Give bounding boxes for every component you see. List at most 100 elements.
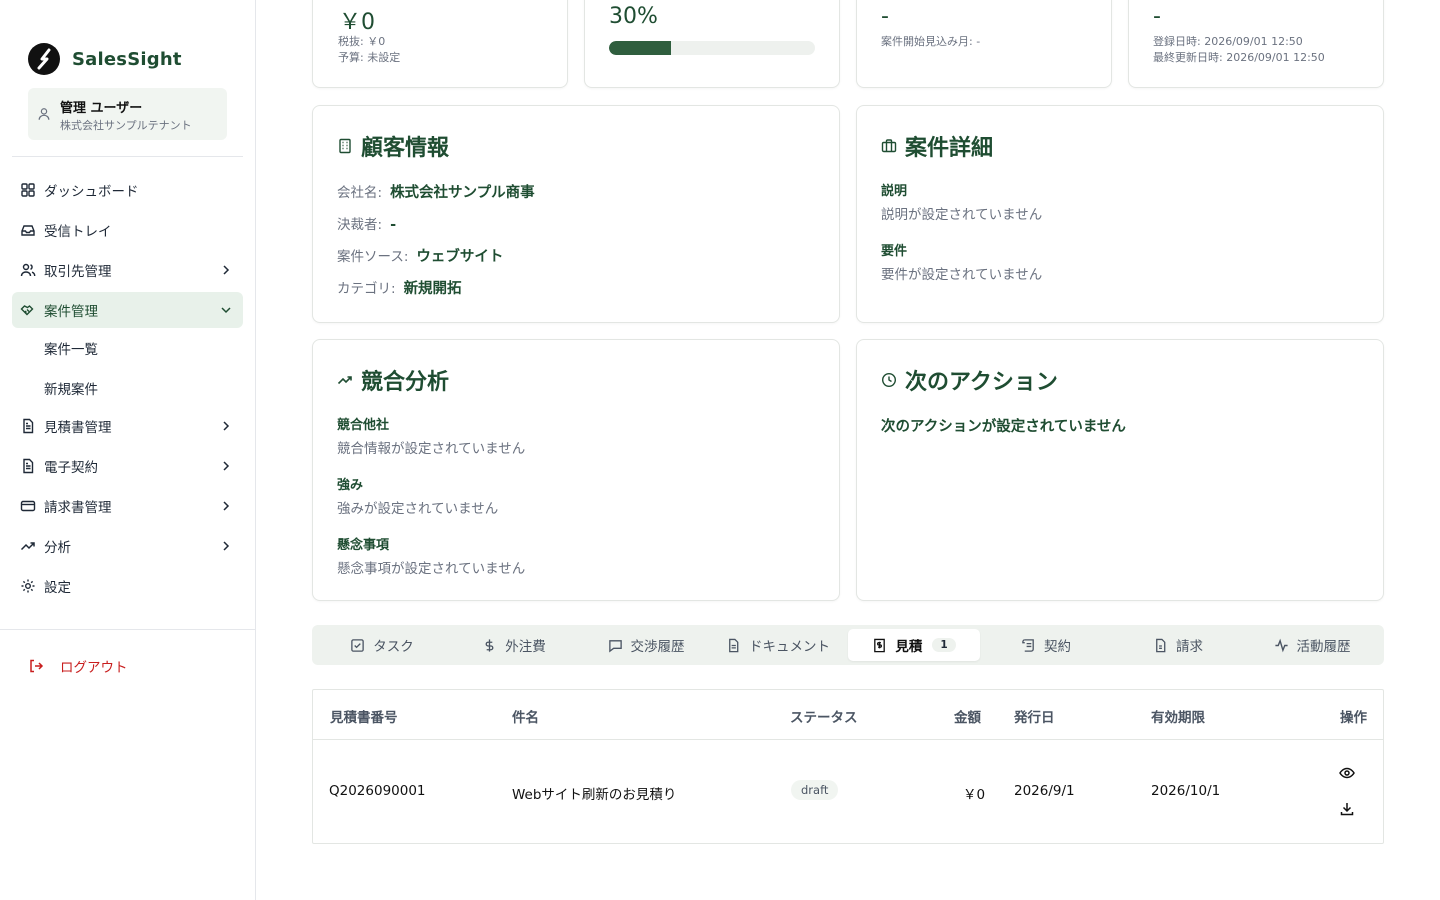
user-icon bbox=[37, 106, 51, 125]
dates-card: - 登録日時: 2026/09/01 12:50 最終更新日時: 2026/09… bbox=[1128, 0, 1384, 88]
source-key: 案件ソース: bbox=[337, 249, 409, 265]
competition-card: 競合分析 競合他社 競合情報が設定されていません 強み 強みが設定されていません… bbox=[312, 339, 840, 601]
amount-card: ￥0 税抜: ￥0 予算: 未設定 bbox=[312, 0, 568, 88]
chevron-right-icon bbox=[219, 419, 233, 433]
schedule-card: - 案件開始見込み月: - bbox=[856, 0, 1112, 88]
rivals-value: 競合情報が設定されていません bbox=[337, 441, 526, 457]
col-header-number: 見積書番号 bbox=[330, 710, 398, 726]
chevron-right-icon bbox=[219, 263, 233, 277]
chevron-right-icon bbox=[219, 459, 233, 473]
quotes-table: 見積書番号 件名 ステータス 金額 発行日 有効期限 操作 Q202609000… bbox=[312, 689, 1384, 844]
sidebar-item-deals[interactable]: 案件管理 bbox=[12, 292, 243, 328]
handshake-icon bbox=[20, 302, 36, 318]
col-header-amount: 金額 bbox=[954, 710, 981, 726]
trending-up-icon bbox=[337, 372, 353, 388]
sidebar-item-settings[interactable]: 設定 bbox=[12, 568, 243, 604]
concern-value: 懸念事項が設定されていません bbox=[337, 561, 526, 577]
check-square-icon bbox=[350, 638, 365, 653]
status-badge: draft bbox=[791, 780, 839, 800]
quote-amount: ￥0 bbox=[963, 787, 986, 803]
probability-progress bbox=[609, 41, 815, 55]
file-invoice-icon bbox=[1153, 638, 1168, 653]
logo-icon bbox=[28, 43, 60, 75]
sidebar-item-quotes[interactable]: 見積書管理 bbox=[12, 408, 243, 444]
sidebar: SalesSight 管理 ユーザー 株式会社サンプルテナント ダッシュボード … bbox=[0, 0, 256, 900]
sidebar-item-inbox[interactable]: 受信トレイ bbox=[12, 212, 243, 248]
strength-label: 強み bbox=[337, 478, 364, 493]
customer-info-card: 顧客情報 会社名: 株式会社サンプル商事 決裁者: - 案件ソース: ウェブサイ… bbox=[312, 105, 840, 323]
user-name: 管理 ユーザー bbox=[60, 101, 143, 116]
user-tenant: 株式会社サンプルテナント bbox=[60, 119, 192, 132]
credit-card-icon bbox=[20, 498, 36, 514]
message-square-icon bbox=[608, 638, 623, 653]
col-header-issued: 発行日 bbox=[1014, 710, 1055, 726]
decision-value: - bbox=[390, 217, 397, 233]
user-card[interactable]: 管理 ユーザー 株式会社サンプルテナント bbox=[28, 88, 227, 140]
tab-negotiation[interactable]: 交渉履歴 bbox=[580, 629, 712, 661]
quote-issued: 2026/9/1 bbox=[1014, 783, 1075, 799]
deal-details-card: 案件詳細 説明 説明が設定されていません 要件 要件が設定されていません bbox=[856, 105, 1384, 323]
quotes-count-badge: 1 bbox=[932, 638, 956, 652]
file-text-icon bbox=[726, 638, 741, 653]
strength-value: 強みが設定されていません bbox=[337, 501, 499, 517]
quote-valid-until: 2026/10/1 bbox=[1151, 783, 1221, 799]
probability-value: 30% bbox=[609, 4, 658, 29]
col-header-subject: 件名 bbox=[512, 710, 539, 726]
sidebar-item-label: 電子契約 bbox=[44, 460, 98, 476]
sidebar-divider bbox=[12, 156, 243, 157]
tab-quotes[interactable]: 見積 1 bbox=[848, 629, 980, 661]
updated-at: 最終更新日時: 2026/09/01 12:50 bbox=[1153, 51, 1325, 64]
company-row: 会社名: 株式会社サンプル商事 bbox=[337, 181, 535, 202]
tab-contracts[interactable]: 契約 bbox=[980, 629, 1112, 661]
sidebar-item-analytics[interactable]: 分析 bbox=[12, 528, 243, 564]
briefcase-icon bbox=[881, 138, 897, 154]
app-name: SalesSight bbox=[72, 48, 182, 70]
quote-subject: Webサイト刷新のお見積り bbox=[512, 787, 677, 803]
competition-title: 競合分析 bbox=[337, 364, 449, 396]
category-key: カテゴリ: bbox=[337, 281, 396, 297]
tab-outsourcing[interactable]: 外注費 bbox=[448, 629, 580, 661]
description-value: 説明が設定されていません bbox=[881, 207, 1043, 223]
download-icon[interactable] bbox=[1339, 801, 1355, 817]
sidebar-subitem-deal-list[interactable]: 案件一覧 bbox=[44, 338, 98, 358]
company-key: 会社名: bbox=[337, 185, 383, 201]
probability-card: 30% bbox=[584, 0, 840, 88]
sidebar-item-label: 請求書管理 bbox=[44, 500, 112, 516]
category-row: カテゴリ: 新規開拓 bbox=[337, 277, 462, 298]
company-value: 株式会社サンプル商事 bbox=[390, 185, 535, 201]
tab-billing[interactable]: 請求 bbox=[1112, 629, 1244, 661]
sidebar-item-clients[interactable]: 取引先管理 bbox=[12, 252, 243, 288]
users-icon bbox=[20, 262, 36, 278]
receipt-icon bbox=[872, 638, 887, 653]
sidebar-item-invoices[interactable]: 請求書管理 bbox=[12, 488, 243, 524]
sidebar-item-label: 案件管理 bbox=[44, 304, 98, 320]
col-header-status: ステータス bbox=[790, 710, 858, 726]
requirements-label: 要件 bbox=[881, 244, 908, 259]
logout-button[interactable]: ログアウト bbox=[28, 656, 128, 676]
sidebar-item-e-contract[interactable]: 電子契約 bbox=[12, 448, 243, 484]
sidebar-item-label: ダッシュボード bbox=[44, 184, 139, 200]
activity-icon bbox=[1274, 638, 1289, 653]
tab-documents[interactable]: ドキュメント bbox=[712, 629, 844, 661]
created-at: 登録日時: 2026/09/01 12:50 bbox=[1153, 35, 1303, 48]
sidebar-subitem-new-deal[interactable]: 新規案件 bbox=[44, 378, 98, 398]
sidebar-item-dashboard[interactable]: ダッシュボード bbox=[12, 172, 243, 208]
decision-key: 決裁者: bbox=[337, 217, 383, 233]
tab-tasks[interactable]: タスク bbox=[316, 629, 448, 661]
deal-details-title: 案件詳細 bbox=[881, 130, 993, 162]
inbox-icon bbox=[20, 222, 36, 238]
tab-activity[interactable]: 活動履歴 bbox=[1244, 629, 1380, 661]
dates-value: - bbox=[1153, 4, 1161, 29]
next-action-card: 次のアクション 次のアクションが設定されていません bbox=[856, 339, 1384, 601]
app-logo[interactable]: SalesSight bbox=[28, 43, 182, 75]
logout-label: ログアウト bbox=[60, 660, 128, 676]
dollar-icon bbox=[482, 638, 497, 653]
contract-icon bbox=[20, 458, 36, 474]
rivals-label: 競合他社 bbox=[337, 418, 390, 433]
deal-tabs: タスク 外注費 交渉履歴 ドキュメント 見積 1 契約 請求 活動履歴 bbox=[312, 625, 1384, 665]
requirements-value: 要件が設定されていません bbox=[881, 267, 1043, 283]
building-icon bbox=[337, 138, 353, 154]
eye-icon[interactable] bbox=[1339, 765, 1355, 781]
sidebar-item-label: 設定 bbox=[44, 580, 71, 596]
schedule-start-month: 案件開始見込み月: - bbox=[881, 35, 981, 48]
